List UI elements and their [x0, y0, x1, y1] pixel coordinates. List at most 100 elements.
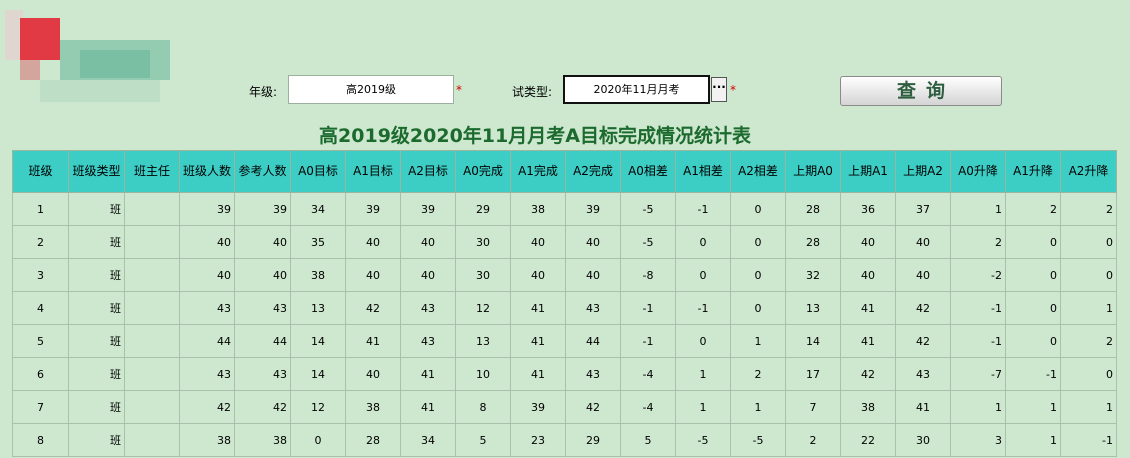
table-cell: 2: [730, 357, 786, 391]
table-cell: 39: [179, 192, 235, 226]
table-cell: 22: [840, 423, 896, 457]
grade-field[interactable]: 高2019级: [288, 75, 454, 104]
table-cell: 14: [290, 357, 346, 391]
table-cell: 43: [234, 357, 291, 391]
table-cell: 38: [510, 192, 566, 226]
table-cell: 班: [68, 258, 125, 292]
table-cell: [124, 390, 180, 424]
table-row[interactable]: 6 班 43 43 14 40 41 10 41 43 -4 1 2 17 42 43 -7 -1 0: [12, 357, 1117, 391]
column-header: 上期A0: [785, 150, 841, 193]
page-title: 高2019级2020年11月月考A目标完成情况统计表: [319, 125, 751, 147]
table-cell: 1: [12, 192, 69, 226]
column-header: A1相差: [675, 150, 731, 193]
table-cell: 14: [290, 324, 346, 358]
ellipsis-button[interactable]: ···: [711, 77, 727, 102]
table-cell: 1: [730, 390, 786, 424]
table-cell: 0: [730, 192, 786, 226]
table-cell: 13: [290, 291, 346, 325]
table-cell: 1: [950, 192, 1006, 226]
table-cell: 0: [730, 225, 786, 259]
table-cell: -1: [1060, 423, 1117, 457]
table-cell: 7: [12, 390, 69, 424]
table-cell: 39: [345, 192, 401, 226]
table-row[interactable]: 2 班 40 40 35 40 40 30 40 40 -5 0 0 28 40 40 2 0 0: [12, 225, 1117, 259]
column-header: A0完成: [455, 150, 511, 193]
table-cell: 0: [1060, 357, 1117, 391]
table-cell: 0: [675, 258, 731, 292]
table-cell: 23: [510, 423, 566, 457]
table-cell: 1: [1005, 423, 1061, 457]
table-cell: 40: [895, 225, 951, 259]
exam-type-field[interactable]: 2020年11月月考: [563, 75, 710, 104]
table-cell: 43: [179, 291, 235, 325]
table-cell: -1: [620, 291, 676, 325]
column-header: 班级类型: [68, 150, 125, 193]
table-cell: 39: [400, 192, 456, 226]
table-cell: 28: [345, 423, 401, 457]
table-cell: 43: [400, 324, 456, 358]
table-row[interactable]: 4 班 43 43 13 42 43 12 41 43 -1 -1 0 13 41 42 -1 0 1: [12, 291, 1117, 325]
table-cell: 44: [179, 324, 235, 358]
table-cell: 40: [345, 357, 401, 391]
table-cell: -5: [730, 423, 786, 457]
table-cell: 40: [510, 225, 566, 259]
table-cell: 班: [68, 357, 125, 391]
table-cell: 6: [12, 357, 69, 391]
table-cell: 5: [12, 324, 69, 358]
table-cell: 42: [565, 390, 621, 424]
table-cell: -4: [620, 357, 676, 391]
table-cell: 37: [895, 192, 951, 226]
table-cell: 32: [785, 258, 841, 292]
table-cell: 0: [1005, 291, 1061, 325]
column-header: A1目标: [345, 150, 401, 193]
table-cell: 班: [68, 291, 125, 325]
table-cell: 43: [565, 357, 621, 391]
table-cell: 班: [68, 324, 125, 358]
table-row[interactable]: 5 班 44 44 14 41 43 13 41 44 -1 0 1 14 41 42 -1 0 2: [12, 324, 1117, 358]
table-cell: 29: [455, 192, 511, 226]
table-cell: 2: [950, 225, 1006, 259]
column-header: 班主任: [124, 150, 180, 193]
table-cell: 40: [840, 258, 896, 292]
table-row[interactable]: 3 班 40 40 38 40 40 30 40 40 -8 0 0 32 40 40 -2 0 0: [12, 258, 1117, 292]
table-cell: 3: [12, 258, 69, 292]
table-cell: 40: [895, 258, 951, 292]
table-cell: 0: [675, 225, 731, 259]
column-header: A2升降: [1060, 150, 1117, 193]
table-cell: 42: [895, 324, 951, 358]
table-cell: [124, 192, 180, 226]
table-cell: 2: [785, 423, 841, 457]
grade-label: 年级:: [249, 85, 278, 99]
table-cell: -5: [620, 192, 676, 226]
table-cell: [124, 324, 180, 358]
table-cell: 42: [234, 390, 291, 424]
table-header-row: 班级 班级类型 班主任 班级人数 参考人数 A0目标 A1目标 A2目标 A0完成 A1完成 A2完…: [12, 150, 1117, 193]
table-row[interactable]: 8 班 38 38 0 28 34 5 23 29 5 -5 -5 2 22 30 3 1 -1: [12, 423, 1117, 457]
column-header: 上期A2: [895, 150, 951, 193]
table-cell: 30: [895, 423, 951, 457]
table-cell: -1: [950, 291, 1006, 325]
table-cell: 38: [290, 258, 346, 292]
table-cell: 10: [455, 357, 511, 391]
table-row[interactable]: 7 班 42 42 12 38 41 8 39 42 -4 1 1 7 38 41 1 1 1: [12, 390, 1117, 424]
table-cell: 44: [565, 324, 621, 358]
table-cell: 40: [400, 258, 456, 292]
table-row[interactable]: 1 班 39 39 34 39 39 29 38 39 -5 -1 0 28 36 37 1 2 2: [12, 192, 1117, 226]
table-cell: 38: [345, 390, 401, 424]
table-cell: 40: [400, 225, 456, 259]
table-cell: 30: [455, 225, 511, 259]
table-cell: 41: [400, 357, 456, 391]
table-cell: 3: [950, 423, 1006, 457]
table-cell: 41: [510, 324, 566, 358]
table-cell: 17: [785, 357, 841, 391]
query-button[interactable]: 查询: [840, 76, 1002, 106]
table-cell: 1: [675, 357, 731, 391]
table-cell: 43: [179, 357, 235, 391]
table-cell: 12: [290, 390, 346, 424]
table-cell: 40: [345, 225, 401, 259]
table-cell: -1: [675, 291, 731, 325]
table-cell: 5: [455, 423, 511, 457]
table-cell: 42: [840, 357, 896, 391]
table-cell: [124, 291, 180, 325]
table-cell: 7: [785, 390, 841, 424]
